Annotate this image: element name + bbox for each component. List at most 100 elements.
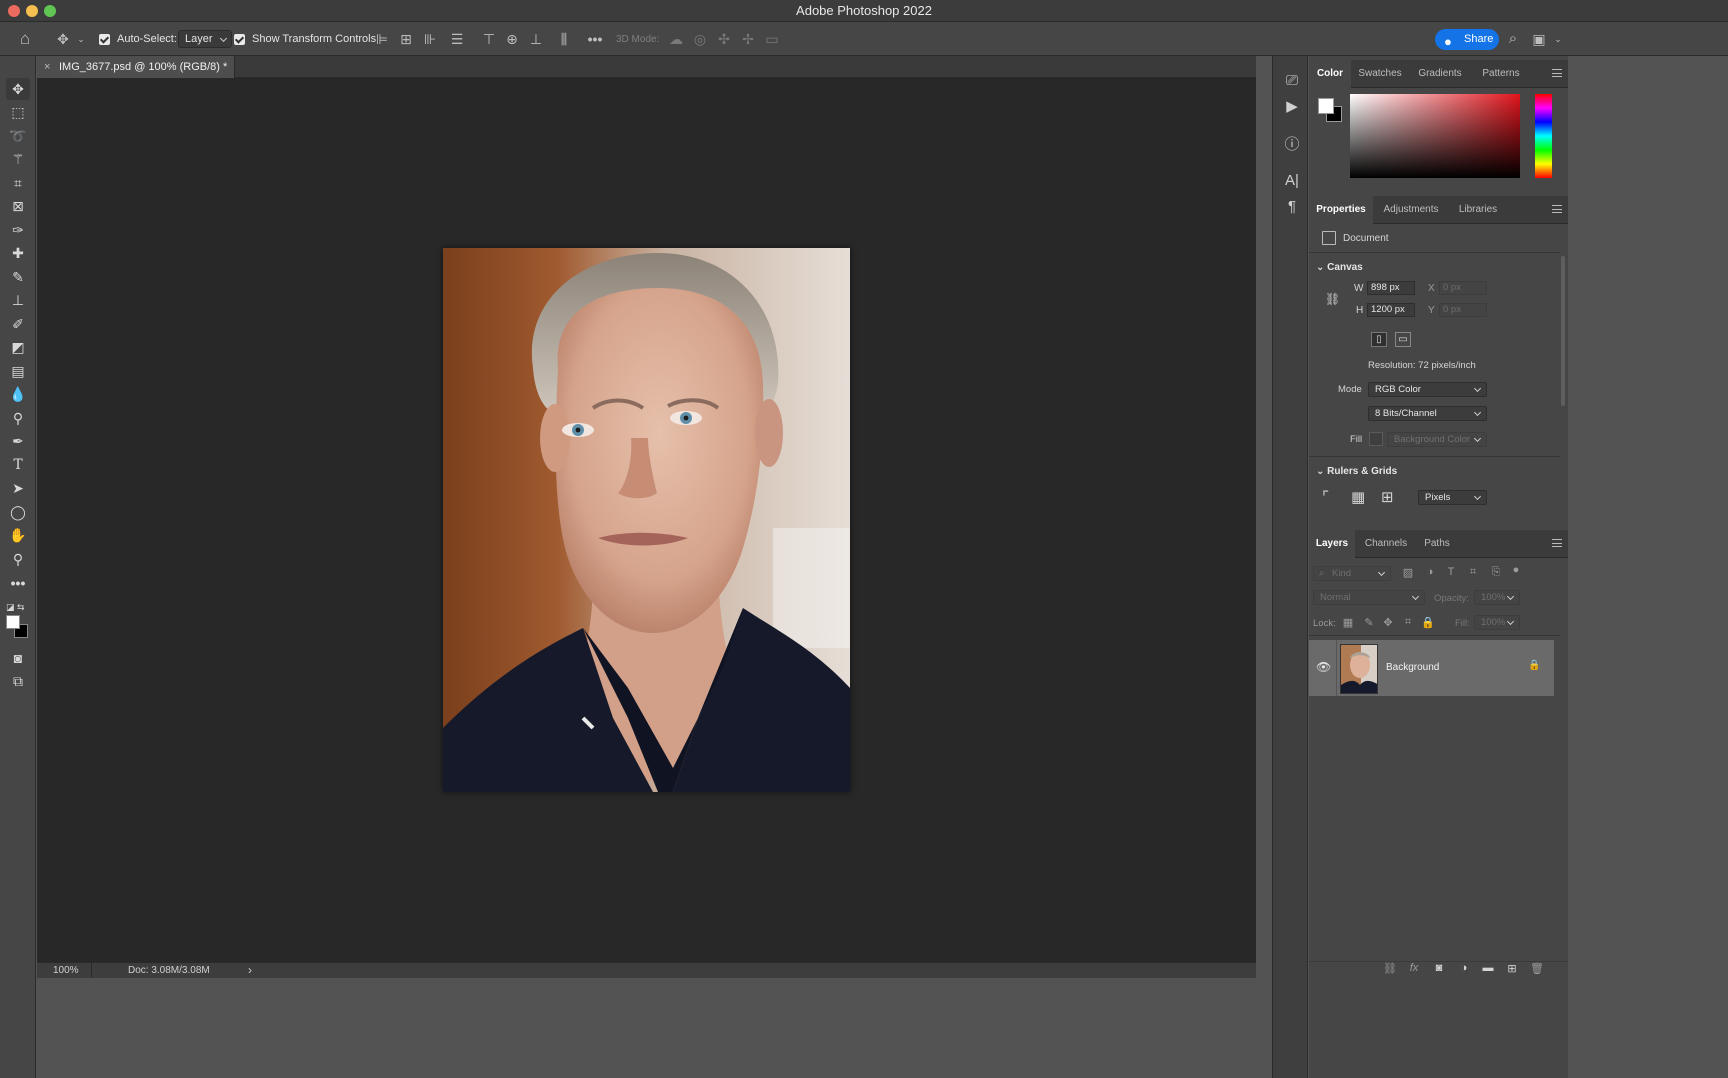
bit-depth-select[interactable]: 8 Bits/Channel <box>1368 406 1487 421</box>
panel-menu-icon[interactable] <box>1552 539 1562 547</box>
path-selection-tool-icon[interactable]: ➤ <box>6 477 30 499</box>
quick-mask-icon[interactable]: ◙ <box>6 647 30 669</box>
layer-style-fx-icon[interactable]: fx <box>1407 962 1421 974</box>
layer-name[interactable]: Background <box>1386 662 1439 673</box>
lock-image-icon[interactable]: ✎ <box>1362 616 1376 629</box>
filter-pixel-icon[interactable]: ▨ <box>1401 566 1415 579</box>
panel-menu-icon[interactable] <box>1552 69 1562 77</box>
visibility-eye-icon[interactable]: 👁 <box>1316 660 1331 674</box>
adjustment-layer-icon[interactable]: ◑ <box>1457 962 1471 974</box>
color-field[interactable] <box>1350 94 1520 178</box>
crop-tool-icon[interactable]: ⌗ <box>6 172 30 194</box>
clone-stamp-tool-icon[interactable]: ⊥ <box>6 289 30 311</box>
align-center-horizontal-icon[interactable]: ⊞ <box>395 22 417 56</box>
tab-channels[interactable]: Channels <box>1355 530 1417 558</box>
lasso-tool-icon[interactable]: ➰ <box>6 125 30 147</box>
filter-toggle-icon[interactable]: ● <box>1509 564 1523 576</box>
hue-slider[interactable] <box>1535 94 1552 178</box>
guides-icon[interactable]: ⊞ <box>1381 488 1394 506</box>
tab-paths[interactable]: Paths <box>1417 530 1457 558</box>
tab-properties[interactable]: Properties <box>1309 196 1373 224</box>
type-tool-icon[interactable]: T <box>6 454 30 476</box>
canvas-area[interactable] <box>37 78 1256 962</box>
auto-select-dropdown[interactable]: Layer <box>178 30 232 48</box>
delete-layer-icon[interactable]: 🗑 <box>1530 962 1544 975</box>
add-mask-icon[interactable]: ◙ <box>1432 962 1446 974</box>
share-button[interactable]: ● Share <box>1435 29 1499 50</box>
frame-tool-icon[interactable]: ⊠ <box>6 195 30 217</box>
eyedropper-tool-icon[interactable]: ✑ <box>6 219 30 241</box>
align-bottom-icon[interactable]: ⊥ <box>525 22 547 56</box>
layer-lock-icon[interactable]: 🔒 <box>1528 660 1540 671</box>
history-icon[interactable]: ⎚ <box>1281 70 1303 92</box>
distribute-vertical-icon[interactable]: ☰ <box>446 22 468 56</box>
blur-tool-icon[interactable]: 💧 <box>6 383 30 405</box>
filter-type-icon[interactable]: T <box>1444 566 1458 578</box>
layer-filter-select[interactable]: ⌕ Kind <box>1313 566 1391 581</box>
filter-smart-object-icon[interactable]: ⎘ <box>1489 566 1503 579</box>
more-options-icon[interactable]: ••• <box>584 22 606 56</box>
zoom-level[interactable]: 100% <box>53 963 79 978</box>
document-tab[interactable]: × IMG_3677.psd @ 100% (RGB/8) * <box>37 56 235 78</box>
close-tab-icon[interactable]: × <box>44 56 50 78</box>
screen-mode-icon[interactable]: ⧉ <box>6 670 30 692</box>
search-icon[interactable]: ⌕ <box>1502 22 1524 56</box>
color-foreground-swatch[interactable] <box>1318 98 1334 114</box>
rulers-icon[interactable]: ⌜ <box>1322 488 1329 506</box>
edit-toolbar-icon[interactable]: ••• <box>6 572 30 594</box>
brush-tool-icon[interactable]: ✎ <box>6 266 30 288</box>
tab-patterns[interactable]: Patterns <box>1471 60 1531 88</box>
landscape-orientation-icon[interactable]: ▭ <box>1395 332 1411 347</box>
minimize-window-button[interactable] <box>26 5 38 17</box>
align-right-icon[interactable]: ⊪ <box>419 22 441 56</box>
pen-tool-icon[interactable]: ✒ <box>6 430 30 452</box>
marquee-tool-icon[interactable]: ⬚ <box>6 101 30 123</box>
rulers-section-header[interactable]: ⌄ Rulers & Grids <box>1316 466 1397 477</box>
color-mode-select[interactable]: RGB Color <box>1368 382 1487 397</box>
portrait-orientation-icon[interactable]: ▯ <box>1371 332 1387 347</box>
new-group-icon[interactable]: ▬ <box>1481 962 1495 974</box>
lock-transparent-icon[interactable]: ▦ <box>1341 616 1355 629</box>
auto-select-option[interactable]: Auto-Select: <box>99 22 177 56</box>
grid-icon[interactable]: ▦ <box>1351 488 1365 506</box>
info-icon[interactable]: ⓘ <box>1281 134 1303 156</box>
move-tool-icon[interactable]: ✥ <box>6 78 30 100</box>
ellipse-tool-icon[interactable]: ◯ <box>6 501 30 523</box>
lock-all-icon[interactable]: 🔒 <box>1421 616 1435 629</box>
tab-libraries[interactable]: Libraries <box>1449 196 1507 224</box>
units-select[interactable]: Pixels <box>1418 490 1487 505</box>
link-dimensions-icon[interactable]: ⛓ <box>1325 292 1340 306</box>
canvas-section-header[interactable]: ⌄ Canvas <box>1316 262 1363 273</box>
width-field[interactable]: 898 px <box>1367 281 1415 295</box>
align-left-icon[interactable]: ⊫ <box>371 22 393 56</box>
eraser-tool-icon[interactable]: ◩ <box>6 336 30 358</box>
tab-gradients[interactable]: Gradients <box>1409 60 1471 88</box>
home-icon[interactable]: ⌂ <box>14 22 36 56</box>
auto-select-checkbox[interactable] <box>99 33 110 45</box>
filter-adjustment-icon[interactable]: ◑ <box>1423 566 1437 578</box>
align-top-icon[interactable]: ⊤ <box>478 22 500 56</box>
filter-shape-icon[interactable]: ⌗ <box>1466 566 1480 579</box>
character-icon[interactable]: A| <box>1281 170 1303 192</box>
dodge-tool-icon[interactable]: ⚲ <box>6 407 30 429</box>
healing-brush-tool-icon[interactable]: ✚ <box>6 242 30 264</box>
status-menu-chevron-icon[interactable]: › <box>248 963 252 978</box>
document-image[interactable] <box>443 248 850 792</box>
lock-position-icon[interactable]: ✥ <box>1381 616 1395 629</box>
show-transform-option[interactable]: Show Transform Controls <box>234 22 376 56</box>
fill-color-swatch[interactable] <box>1369 432 1383 446</box>
align-middle-icon[interactable]: ⊕ <box>501 22 523 56</box>
tab-adjustments[interactable]: Adjustments <box>1373 196 1449 224</box>
new-layer-icon[interactable]: ⊞ <box>1505 962 1519 975</box>
history-brush-tool-icon[interactable]: ✐ <box>6 313 30 335</box>
tab-swatches[interactable]: Swatches <box>1351 60 1409 88</box>
workspace-chevron-icon[interactable]: ⌄ <box>1547 22 1569 56</box>
close-window-button[interactable] <box>8 5 20 17</box>
tab-color[interactable]: Color <box>1309 60 1351 88</box>
zoom-tool-icon[interactable]: ⚲ <box>6 548 30 570</box>
gradient-tool-icon[interactable]: ▤ <box>6 360 30 382</box>
lock-artboard-icon[interactable]: ⌗ <box>1401 616 1415 629</box>
actions-play-icon[interactable]: ▶ <box>1281 96 1303 118</box>
show-transform-checkbox[interactable] <box>234 33 245 45</box>
magic-wand-tool-icon[interactable]: ⚚ <box>6 148 30 170</box>
